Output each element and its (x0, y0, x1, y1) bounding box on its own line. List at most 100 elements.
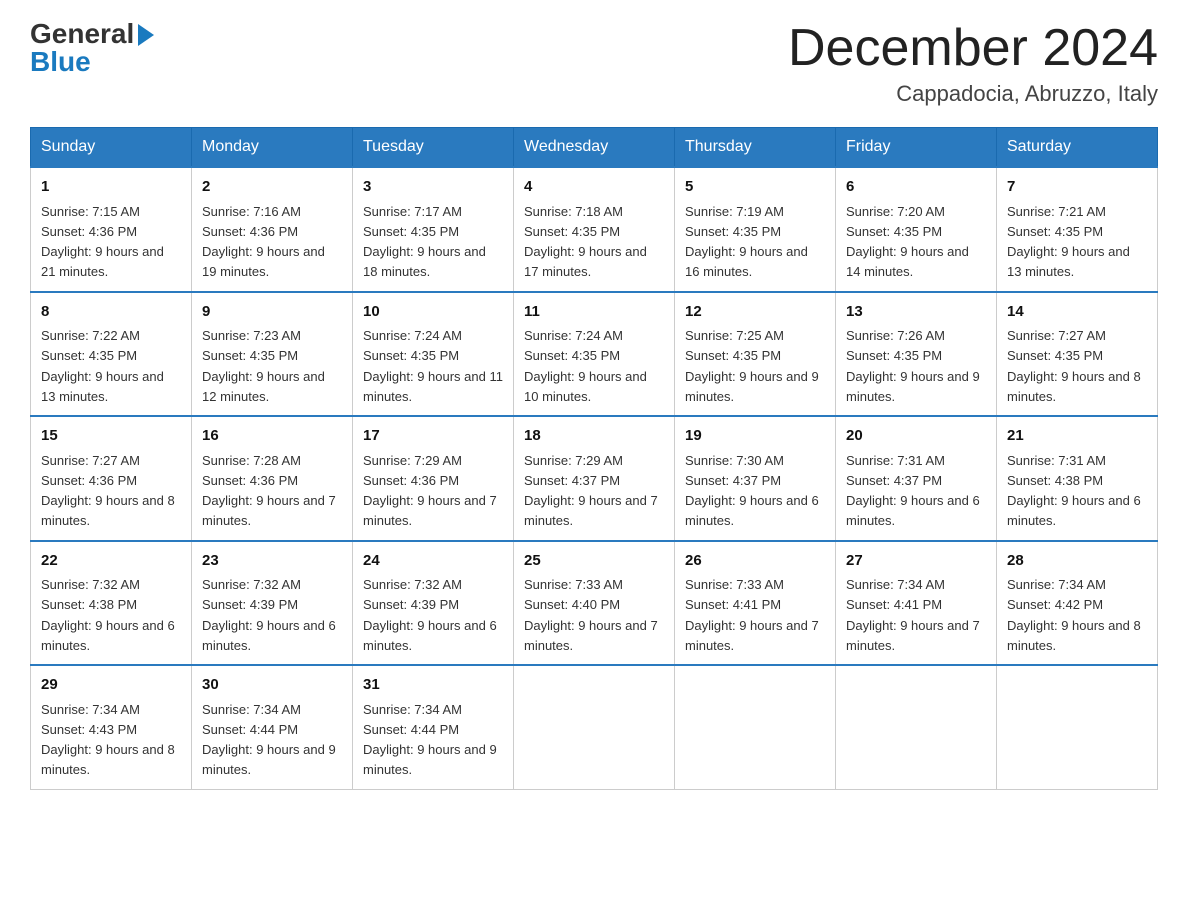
day-info: Sunrise: 7:20 AMSunset: 4:35 PMDaylight:… (846, 204, 969, 280)
col-saturday: Saturday (997, 128, 1158, 168)
logo-arrow-icon (138, 24, 154, 46)
day-info: Sunrise: 7:24 AMSunset: 4:35 PMDaylight:… (363, 328, 503, 404)
day-number: 25 (524, 550, 664, 573)
day-number: 6 (846, 176, 986, 199)
day-info: Sunrise: 7:32 AMSunset: 4:39 PMDaylight:… (363, 577, 497, 653)
day-number: 20 (846, 425, 986, 448)
calendar-cell: 26 Sunrise: 7:33 AMSunset: 4:41 PMDaylig… (675, 541, 836, 666)
day-info: Sunrise: 7:32 AMSunset: 4:39 PMDaylight:… (202, 577, 336, 653)
calendar-cell: 17 Sunrise: 7:29 AMSunset: 4:36 PMDaylig… (353, 416, 514, 541)
day-number: 4 (524, 176, 664, 199)
day-info: Sunrise: 7:30 AMSunset: 4:37 PMDaylight:… (685, 453, 819, 529)
calendar-cell: 5 Sunrise: 7:19 AMSunset: 4:35 PMDayligh… (675, 167, 836, 292)
day-number: 11 (524, 301, 664, 324)
calendar-cell: 31 Sunrise: 7:34 AMSunset: 4:44 PMDaylig… (353, 665, 514, 789)
day-info: Sunrise: 7:34 AMSunset: 4:41 PMDaylight:… (846, 577, 980, 653)
day-info: Sunrise: 7:32 AMSunset: 4:38 PMDaylight:… (41, 577, 175, 653)
day-number: 24 (363, 550, 503, 573)
day-info: Sunrise: 7:34 AMSunset: 4:42 PMDaylight:… (1007, 577, 1141, 653)
location-subtitle: Cappadocia, Abruzzo, Italy (788, 81, 1158, 107)
day-info: Sunrise: 7:27 AMSunset: 4:35 PMDaylight:… (1007, 328, 1141, 404)
day-info: Sunrise: 7:24 AMSunset: 4:35 PMDaylight:… (524, 328, 647, 404)
day-number: 8 (41, 301, 181, 324)
logo-general-text: General (30, 20, 134, 48)
calendar-cell: 11 Sunrise: 7:24 AMSunset: 4:35 PMDaylig… (514, 292, 675, 417)
calendar-cell (514, 665, 675, 789)
calendar-cell: 20 Sunrise: 7:31 AMSunset: 4:37 PMDaylig… (836, 416, 997, 541)
calendar-cell: 19 Sunrise: 7:30 AMSunset: 4:37 PMDaylig… (675, 416, 836, 541)
day-number: 9 (202, 301, 342, 324)
day-info: Sunrise: 7:28 AMSunset: 4:36 PMDaylight:… (202, 453, 336, 529)
day-number: 30 (202, 674, 342, 697)
day-number: 28 (1007, 550, 1147, 573)
calendar-cell: 13 Sunrise: 7:26 AMSunset: 4:35 PMDaylig… (836, 292, 997, 417)
col-monday: Monday (192, 128, 353, 168)
calendar-cell: 23 Sunrise: 7:32 AMSunset: 4:39 PMDaylig… (192, 541, 353, 666)
calendar-cell: 27 Sunrise: 7:34 AMSunset: 4:41 PMDaylig… (836, 541, 997, 666)
day-number: 14 (1007, 301, 1147, 324)
day-info: Sunrise: 7:29 AMSunset: 4:37 PMDaylight:… (524, 453, 658, 529)
day-info: Sunrise: 7:23 AMSunset: 4:35 PMDaylight:… (202, 328, 325, 404)
day-info: Sunrise: 7:29 AMSunset: 4:36 PMDaylight:… (363, 453, 497, 529)
calendar-cell: 22 Sunrise: 7:32 AMSunset: 4:38 PMDaylig… (31, 541, 192, 666)
day-number: 3 (363, 176, 503, 199)
calendar-cell: 25 Sunrise: 7:33 AMSunset: 4:40 PMDaylig… (514, 541, 675, 666)
day-number: 26 (685, 550, 825, 573)
day-info: Sunrise: 7:34 AMSunset: 4:44 PMDaylight:… (202, 702, 336, 778)
calendar-cell: 14 Sunrise: 7:27 AMSunset: 4:35 PMDaylig… (997, 292, 1158, 417)
day-number: 10 (363, 301, 503, 324)
page-header: General Blue December 2024 Cappadocia, A… (30, 20, 1158, 107)
calendar-cell: 21 Sunrise: 7:31 AMSunset: 4:38 PMDaylig… (997, 416, 1158, 541)
day-number: 22 (41, 550, 181, 573)
calendar-cell: 29 Sunrise: 7:34 AMSunset: 4:43 PMDaylig… (31, 665, 192, 789)
day-info: Sunrise: 7:31 AMSunset: 4:37 PMDaylight:… (846, 453, 980, 529)
col-thursday: Thursday (675, 128, 836, 168)
day-info: Sunrise: 7:27 AMSunset: 4:36 PMDaylight:… (41, 453, 175, 529)
week-row-5: 29 Sunrise: 7:34 AMSunset: 4:43 PMDaylig… (31, 665, 1158, 789)
day-info: Sunrise: 7:16 AMSunset: 4:36 PMDaylight:… (202, 204, 325, 280)
col-wednesday: Wednesday (514, 128, 675, 168)
calendar-cell: 28 Sunrise: 7:34 AMSunset: 4:42 PMDaylig… (997, 541, 1158, 666)
week-row-2: 8 Sunrise: 7:22 AMSunset: 4:35 PMDayligh… (31, 292, 1158, 417)
day-info: Sunrise: 7:33 AMSunset: 4:41 PMDaylight:… (685, 577, 819, 653)
day-info: Sunrise: 7:15 AMSunset: 4:36 PMDaylight:… (41, 204, 164, 280)
day-info: Sunrise: 7:17 AMSunset: 4:35 PMDaylight:… (363, 204, 486, 280)
day-number: 27 (846, 550, 986, 573)
day-info: Sunrise: 7:26 AMSunset: 4:35 PMDaylight:… (846, 328, 980, 404)
calendar-cell: 2 Sunrise: 7:16 AMSunset: 4:36 PMDayligh… (192, 167, 353, 292)
calendar-cell: 1 Sunrise: 7:15 AMSunset: 4:36 PMDayligh… (31, 167, 192, 292)
day-number: 21 (1007, 425, 1147, 448)
calendar-cell: 6 Sunrise: 7:20 AMSunset: 4:35 PMDayligh… (836, 167, 997, 292)
day-info: Sunrise: 7:19 AMSunset: 4:35 PMDaylight:… (685, 204, 808, 280)
day-number: 23 (202, 550, 342, 573)
calendar-cell: 12 Sunrise: 7:25 AMSunset: 4:35 PMDaylig… (675, 292, 836, 417)
calendar-cell (675, 665, 836, 789)
calendar-cell: 30 Sunrise: 7:34 AMSunset: 4:44 PMDaylig… (192, 665, 353, 789)
calendar-cell: 15 Sunrise: 7:27 AMSunset: 4:36 PMDaylig… (31, 416, 192, 541)
calendar-cell: 4 Sunrise: 7:18 AMSunset: 4:35 PMDayligh… (514, 167, 675, 292)
calendar-cell (836, 665, 997, 789)
day-number: 5 (685, 176, 825, 199)
calendar-table: Sunday Monday Tuesday Wednesday Thursday… (30, 127, 1158, 790)
day-number: 1 (41, 176, 181, 199)
header-row: Sunday Monday Tuesday Wednesday Thursday… (31, 128, 1158, 168)
day-number: 16 (202, 425, 342, 448)
col-sunday: Sunday (31, 128, 192, 168)
day-info: Sunrise: 7:34 AMSunset: 4:43 PMDaylight:… (41, 702, 175, 778)
day-info: Sunrise: 7:33 AMSunset: 4:40 PMDaylight:… (524, 577, 658, 653)
calendar-cell: 3 Sunrise: 7:17 AMSunset: 4:35 PMDayligh… (353, 167, 514, 292)
week-row-4: 22 Sunrise: 7:32 AMSunset: 4:38 PMDaylig… (31, 541, 1158, 666)
day-info: Sunrise: 7:34 AMSunset: 4:44 PMDaylight:… (363, 702, 497, 778)
col-friday: Friday (836, 128, 997, 168)
col-tuesday: Tuesday (353, 128, 514, 168)
day-number: 15 (41, 425, 181, 448)
calendar-cell: 7 Sunrise: 7:21 AMSunset: 4:35 PMDayligh… (997, 167, 1158, 292)
day-info: Sunrise: 7:21 AMSunset: 4:35 PMDaylight:… (1007, 204, 1130, 280)
day-number: 31 (363, 674, 503, 697)
calendar-cell: 9 Sunrise: 7:23 AMSunset: 4:35 PMDayligh… (192, 292, 353, 417)
day-number: 19 (685, 425, 825, 448)
day-info: Sunrise: 7:25 AMSunset: 4:35 PMDaylight:… (685, 328, 819, 404)
calendar-cell: 24 Sunrise: 7:32 AMSunset: 4:39 PMDaylig… (353, 541, 514, 666)
day-number: 13 (846, 301, 986, 324)
calendar-cell: 8 Sunrise: 7:22 AMSunset: 4:35 PMDayligh… (31, 292, 192, 417)
